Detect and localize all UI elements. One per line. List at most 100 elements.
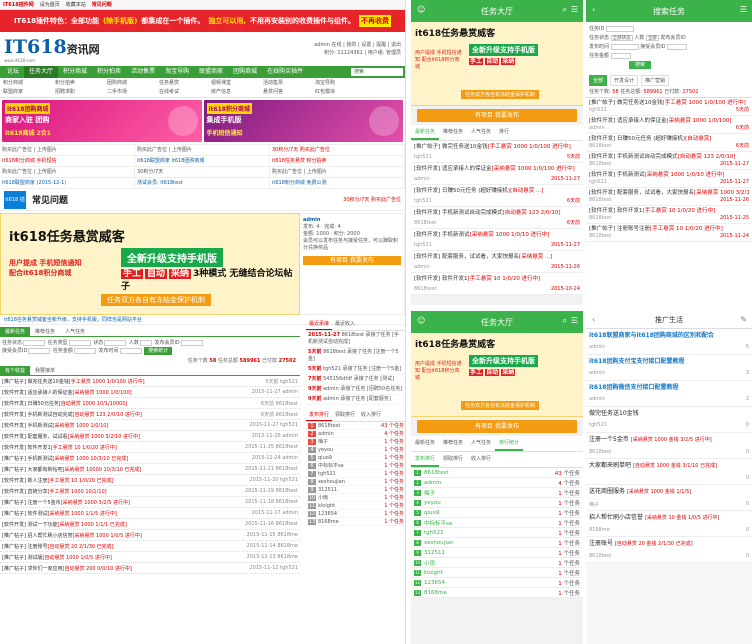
rank-name[interactable]: 梅子 — [318, 438, 384, 445]
category-tab[interactable]: 全部 — [589, 75, 608, 86]
tab-item[interactable]: 推荐任务 — [30, 327, 60, 336]
site-logo[interactable]: IT618资讯网 www.it618.com — [4, 36, 100, 63]
rank-tab[interactable]: 收入排行 — [467, 452, 495, 467]
rank-name[interactable]: qiuo9 — [424, 510, 558, 516]
top-link[interactable]: 收藏本站 — [66, 1, 86, 8]
subnav-item[interactable]: 二手市场 — [107, 88, 151, 97]
list-item[interactable]: [软件开发] 配套服务，试试看，大家快报名[采纳悬赏 1000 3/2/10]8… — [586, 188, 752, 206]
table-row[interactable]: [推广帖子] 做完任务送10金钱[手工悬赏 1000 1/0/100 进行中] 5… — [0, 376, 300, 387]
menu-icon[interactable]: ☰ — [571, 316, 578, 325]
news-item[interactable]: 9天前 admin 承接了任务 [招聘50名任务] — [306, 385, 405, 395]
list-item[interactable]: 2 admin 4 个任务 — [411, 478, 583, 488]
subnav-item[interactable]: 积分商城 — [3, 79, 47, 88]
task-title[interactable]: [软件开发] 新人注册[手工悬赏 10 1/0/20 已完成] — [2, 477, 238, 484]
ad-slot[interactable]: 购买此广告位 | 上传图片 — [270, 167, 405, 178]
task-title[interactable]: [软件开发] 直链分享[手工悬赏 1000 10/1/10] — [2, 488, 238, 495]
amount-input[interactable] — [610, 52, 631, 59]
rank-name[interactable]: yeyou — [318, 446, 384, 453]
list-item[interactable]: 13 8168me 1 个任务 — [411, 588, 583, 598]
task-title[interactable]: [推广帖子] 求你们一家应用[自动悬赏 200 0/0/10 进行中] — [2, 565, 238, 572]
tab-item[interactable]: 人气任务 — [467, 436, 495, 451]
group-buy-banner[interactable]: it618团购商城 商家入驻 团购 it618商城 2合1 — [2, 100, 202, 142]
list-item[interactable]: 招人帮忙刷小店信誉 [采纳悬赏 10 金钱 1/0/5 进行中] 8168me 0 — [586, 511, 752, 537]
ad-slot[interactable]: it618联盟商家 (2015-12-1) — [0, 178, 135, 189]
table-row[interactable]: [软件开发] 新人注册[手工悬赏 10 1/0/20 已完成] 2015-11-2… — [0, 475, 300, 486]
rank-name[interactable]: 312511 — [318, 486, 384, 493]
list-item[interactable]: 13 8168me 1 个任务 — [306, 518, 405, 526]
top-brand[interactable]: IT618插件网 — [3, 1, 34, 8]
filter-select[interactable] — [139, 339, 152, 346]
top-link[interactable]: 设为首页 — [40, 1, 60, 8]
news-item[interactable]: 5天前 8618test 承接了任务 [注册一个5金] — [306, 348, 405, 365]
tab-item[interactable]: 人气任务 — [60, 327, 90, 336]
rank-tab[interactable]: 收入排行 — [358, 409, 384, 421]
menu-icon[interactable]: ☰ — [571, 5, 578, 14]
news-item[interactable]: 5天前 tgh521 承接了任务 [注册一个5金] — [306, 365, 405, 375]
list-item[interactable]: [软件开发] 日赚50元任务 (超好赚接机)[自动悬赏 ...] tgh521 6天… — [411, 185, 583, 207]
category-tab[interactable]: 推广营销 — [641, 75, 670, 86]
tab-item[interactable]: 推荐任务 — [439, 436, 467, 451]
task-title[interactable]: [推广帖子] 软件测试[采纳悬赏 1000 1/1/5 进行中] — [2, 510, 238, 517]
list-item[interactable]: [软件开发] 手机新测试[采纳悬赏 1000 1/0/10 进行中] tgh521… — [411, 229, 583, 251]
table-row[interactable]: [软件开发] 日赚50元任务[自动悬赏 1000 10/1/10000] 6天前 … — [0, 398, 300, 409]
rank-name[interactable]: 312511 — [424, 550, 558, 556]
news-item[interactable]: 7天前 545156dfdf 承接了任务 [测试] — [306, 375, 405, 385]
rank-name[interactable]: 8168me — [424, 590, 558, 596]
date-input[interactable] — [610, 43, 639, 50]
rank-name[interactable]: kloight — [424, 570, 558, 576]
list-item[interactable]: 10 小雨 1 个任务 — [306, 494, 405, 502]
filter-select[interactable] — [104, 339, 127, 346]
table-row[interactable]: [推广帖子] 注册一个5金币[采纳悬赏 1000 3/2/5 进行中] 2015-… — [0, 497, 300, 508]
rank-name[interactable]: admin — [318, 430, 384, 437]
rank-tab[interactable]: 发布排行 — [411, 452, 440, 467]
nav-item[interactable]: 联盟商家 — [194, 66, 228, 78]
list-item[interactable]: [软件开发] 日赚50元任务 (超好赚接机)[自动悬赏] 8618test 6天前 — [586, 134, 752, 152]
table-row[interactable]: [软件开发] 配套服务，试试看[采纳悬赏 1000 3/2/10 进行中] 201… — [0, 431, 300, 442]
sidebar-tab[interactable]: 最近承接 — [306, 318, 333, 330]
search-icon[interactable]: ⌕ — [563, 316, 567, 326]
edit-icon[interactable]: ✎ — [740, 315, 747, 324]
user-links[interactable]: admin 在线 | 我的 | 设置 | 提醒 | 退出 — [314, 41, 401, 49]
ad-slot[interactable]: 30积分/7天 购买此广告位 — [270, 145, 405, 156]
ad-slot[interactable]: 30积分/7天 — [135, 167, 270, 178]
ad-slot[interactable]: 购买此广告位 | 上传图片 — [0, 167, 135, 178]
list-item[interactable]: [推广帖子] 注册账号注册[手工悬赏 10 1/0/20 进行中] 8618tes… — [586, 224, 752, 242]
task-title[interactable]: [推广帖子] 做完任务送10金钱[手工悬赏 1000 1/0/100 进行中] — [2, 378, 238, 385]
ad-slot[interactable]: 购买此广告位 | 上传图片 — [135, 145, 270, 156]
list-item[interactable]: 11 kloight 1 个任务 — [306, 502, 405, 510]
subnav-item[interactable]: 红包模块 — [315, 88, 359, 97]
rank-tab[interactable]: 领取排行 — [332, 409, 358, 421]
list-item[interactable]: 6 中标标平se 1 个任务 — [411, 518, 583, 528]
mobile-banner[interactable]: it618任务悬赏威客 全新升级支持手机版 手工 自动 采纳 用户提成 手机短信… — [411, 22, 583, 106]
list-item[interactable]: 3 梅子 1 个任务 — [411, 488, 583, 498]
hero-banner[interactable]: it618任务悬赏威客 全新升级支持手机版 手工 自动 采纳 3种模式 无缝结合论坛帖… — [0, 213, 300, 315]
task-title[interactable]: [推广帖子] 招人帮忙刷小店信誉[采纳悬赏 1000 1/0/5 进行中] — [2, 532, 238, 539]
table-row[interactable]: [软件开发] 直链分享[手工悬赏 1000 10/1/10] 2015-11-19… — [0, 486, 300, 497]
table-row[interactable]: [推广帖子] 招人帮忙刷小店信誉[采纳悬赏 1000 1/0/5 进行中] 201… — [0, 530, 300, 541]
tab-item[interactable]: 我要接单 — [30, 366, 60, 375]
tab-item[interactable]: 最新任务 — [0, 327, 31, 336]
task-title[interactable]: [推广帖子] 测试版[自动悬赏 1000 1/0/5 进行中] — [2, 554, 238, 561]
publish-task-button[interactable]: 有项目 我要发布 — [417, 109, 577, 122]
task-title[interactable]: [推广帖子] 注册一个5金币[采纳悬赏 1000 3/2/5 进行中] — [2, 499, 238, 506]
subnav-item[interactable]: 视频课堂 — [211, 79, 255, 88]
ad-slot[interactable]: it618联盟商家 it618团购商城 — [135, 156, 270, 167]
faq-note[interactable]: 30积分/7天 购买此广告位 — [343, 196, 401, 203]
credit-mall-banner[interactable]: it618积分商城 集成手机版 手机短信通知 — [203, 100, 403, 142]
subnav-item[interactable]: 在线考试 — [159, 88, 203, 97]
list-item[interactable]: 1 8618test 43 个任务 — [411, 468, 583, 478]
profile-name[interactable]: admin — [303, 217, 401, 224]
search-icon[interactable]: ⌕ — [563, 5, 567, 15]
rank-name[interactable]: 8618test — [318, 422, 381, 429]
nav-item[interactable]: 在线购买插件 — [262, 66, 308, 78]
subnav-item[interactable]: 积分拍卖 — [55, 79, 99, 88]
news-item[interactable]: 2015-11-27 8618test 承接了任务 [手机新测试自动完成] — [306, 331, 405, 348]
list-item[interactable]: 6 中标标平se 1 个任务 — [306, 462, 405, 470]
list-item[interactable]: 11 kloight 1 个任务 — [411, 568, 583, 578]
list-item[interactable]: it618联盟商家与it618团购商城的区别和配合 admin 5 — [586, 329, 752, 355]
subnav-item[interactable]: 任务悬赏 — [159, 79, 203, 88]
nav-item[interactable]: 淘宝导购 — [160, 66, 194, 78]
category-tab[interactable]: 开发设计 — [610, 75, 639, 86]
faq-banner[interactable]: it618 插件 常见问题 30积分/7天 购买此广告位 — [0, 189, 405, 221]
table-row[interactable]: [软件开发] 手机新测试[采纳悬赏 1000 1/0/10] 2015-11-27… — [0, 420, 300, 431]
